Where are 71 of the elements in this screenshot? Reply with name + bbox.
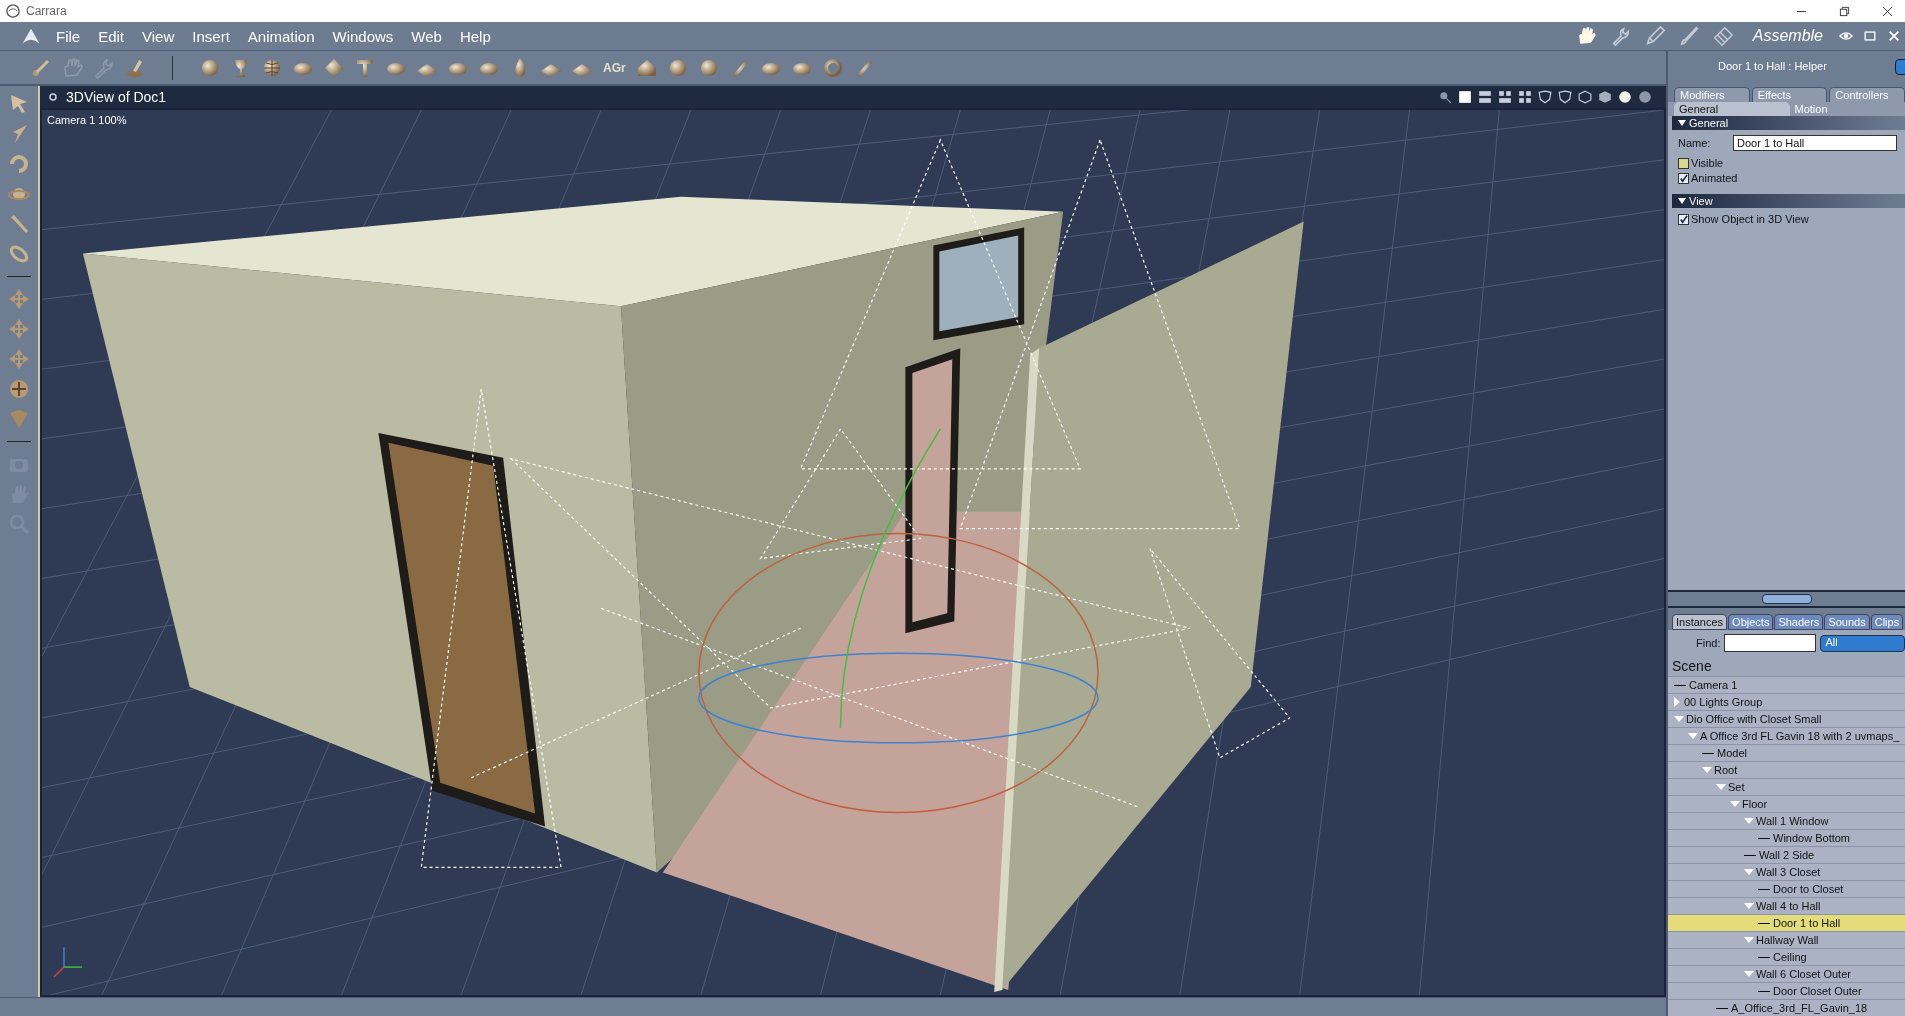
ball-icon[interactable]	[7, 377, 31, 401]
checkbox[interactable]	[1678, 213, 1689, 225]
maximize-icon[interactable]	[1863, 29, 1877, 43]
tree-title: Scene	[1671, 657, 1713, 676]
menu-item[interactable]: Edit	[98, 27, 125, 45]
tree-item[interactable]: A_Office_3rd_FL_Gavin_18	[1668, 999, 1905, 1016]
tree-item[interactable]: Door 1 to Hall	[1668, 914, 1905, 931]
name-field[interactable]: Door 1 to Hall	[1733, 135, 1897, 151]
tab[interactable]: Instances	[1672, 614, 1728, 630]
checkbox-label: Animated	[1691, 172, 1738, 184]
checkbox-label: Visible	[1691, 157, 1724, 169]
find-field[interactable]	[1724, 634, 1817, 652]
axis-drawing	[53, 946, 83, 978]
restore-icon[interactable]	[1839, 5, 1850, 17]
object-title: Door 1 to Hall : Helper	[1718, 60, 1827, 72]
menu-item[interactable]: Windows	[332, 27, 394, 45]
tree-item[interactable]: Ceiling	[1668, 948, 1905, 965]
layout-icon[interactable]	[1478, 90, 1492, 104]
cube-icon[interactable]	[1598, 90, 1612, 104]
menu-item[interactable]: Insert	[192, 27, 230, 45]
section-header[interactable]: General	[1672, 116, 1905, 130]
menu-item[interactable]: File	[56, 27, 81, 45]
shield-icon[interactable]	[1538, 90, 1552, 104]
tree-item[interactable]: Hallway Wall	[1668, 931, 1905, 948]
window-title: Carrara	[26, 4, 67, 18]
checkbox[interactable]	[1678, 157, 1689, 169]
menu-item[interactable]: Animation	[247, 27, 315, 45]
menu-item[interactable]: Help	[459, 27, 491, 45]
section-header[interactable]: View	[1672, 194, 1905, 208]
cube-icon[interactable]	[1578, 90, 1592, 104]
menu-item[interactable]: View	[142, 27, 175, 45]
splitter-handle[interactable]	[1761, 594, 1812, 604]
tree-item[interactable]: Door to Closet	[1668, 880, 1905, 897]
tree-item[interactable]: Wall 1 Window	[1668, 812, 1905, 829]
close-icon[interactable]	[1882, 5, 1893, 17]
tree-item[interactable]: Set	[1668, 778, 1905, 795]
checkbox-label: Show Object in 3D View	[1691, 213, 1809, 225]
room-title: Assemble	[1752, 27, 1823, 45]
tree-item[interactable]: Floor	[1668, 795, 1905, 812]
app-logo-icon	[6, 4, 20, 18]
tree-item[interactable]: A Office 3rd FL Gavin 18 with 2 uvmaps_	[1668, 727, 1905, 744]
shield-icon[interactable]	[1558, 90, 1572, 104]
menu-item[interactable]: Web	[411, 27, 442, 45]
tree-item[interactable]: Wall 6 Closet Outer	[1668, 965, 1905, 982]
view-title: 3DView of Doc1	[66, 89, 167, 105]
tree-item[interactable]: Dio Office with Closet Small	[1668, 710, 1905, 727]
sphere-icon[interactable]	[1618, 90, 1632, 104]
tree-item[interactable]: Door Closet Outer	[1668, 982, 1905, 999]
filter-dropdown[interactable]: All	[1820, 634, 1905, 652]
layout-icon[interactable]	[1458, 90, 1472, 104]
layout-icon[interactable]	[1498, 90, 1512, 104]
tree-item[interactable]: 00 Lights Group	[1668, 693, 1905, 710]
tree-item[interactable]: Root	[1668, 761, 1905, 778]
tree-item[interactable]: Wall 3 Closet	[1668, 863, 1905, 880]
tree-item[interactable]: Camera 1	[1668, 676, 1905, 693]
checkbox[interactable]	[1678, 172, 1689, 184]
move-icon[interactable]	[7, 347, 31, 371]
move-icon[interactable]	[7, 287, 31, 311]
tree-item[interactable]: Wall 4 to Hall	[1668, 897, 1905, 914]
camera-label: Camera 1 100%	[47, 114, 127, 126]
find-label: Find:	[1696, 637, 1721, 649]
move-icon[interactable]	[7, 317, 31, 341]
rotate-icon[interactable]	[7, 152, 31, 176]
tree-item[interactable]: Model	[1668, 744, 1905, 761]
field-label: Name:	[1678, 137, 1712, 149]
eye-icon[interactable]	[1839, 29, 1853, 43]
pin-icon[interactable]	[48, 92, 58, 102]
tree-item[interactable]: Wall 2 Side	[1668, 846, 1905, 863]
layout-icon[interactable]	[1518, 90, 1532, 104]
tab[interactable]: General	[1674, 102, 1790, 116]
tree-item[interactable]: Window Bottom	[1668, 829, 1905, 846]
